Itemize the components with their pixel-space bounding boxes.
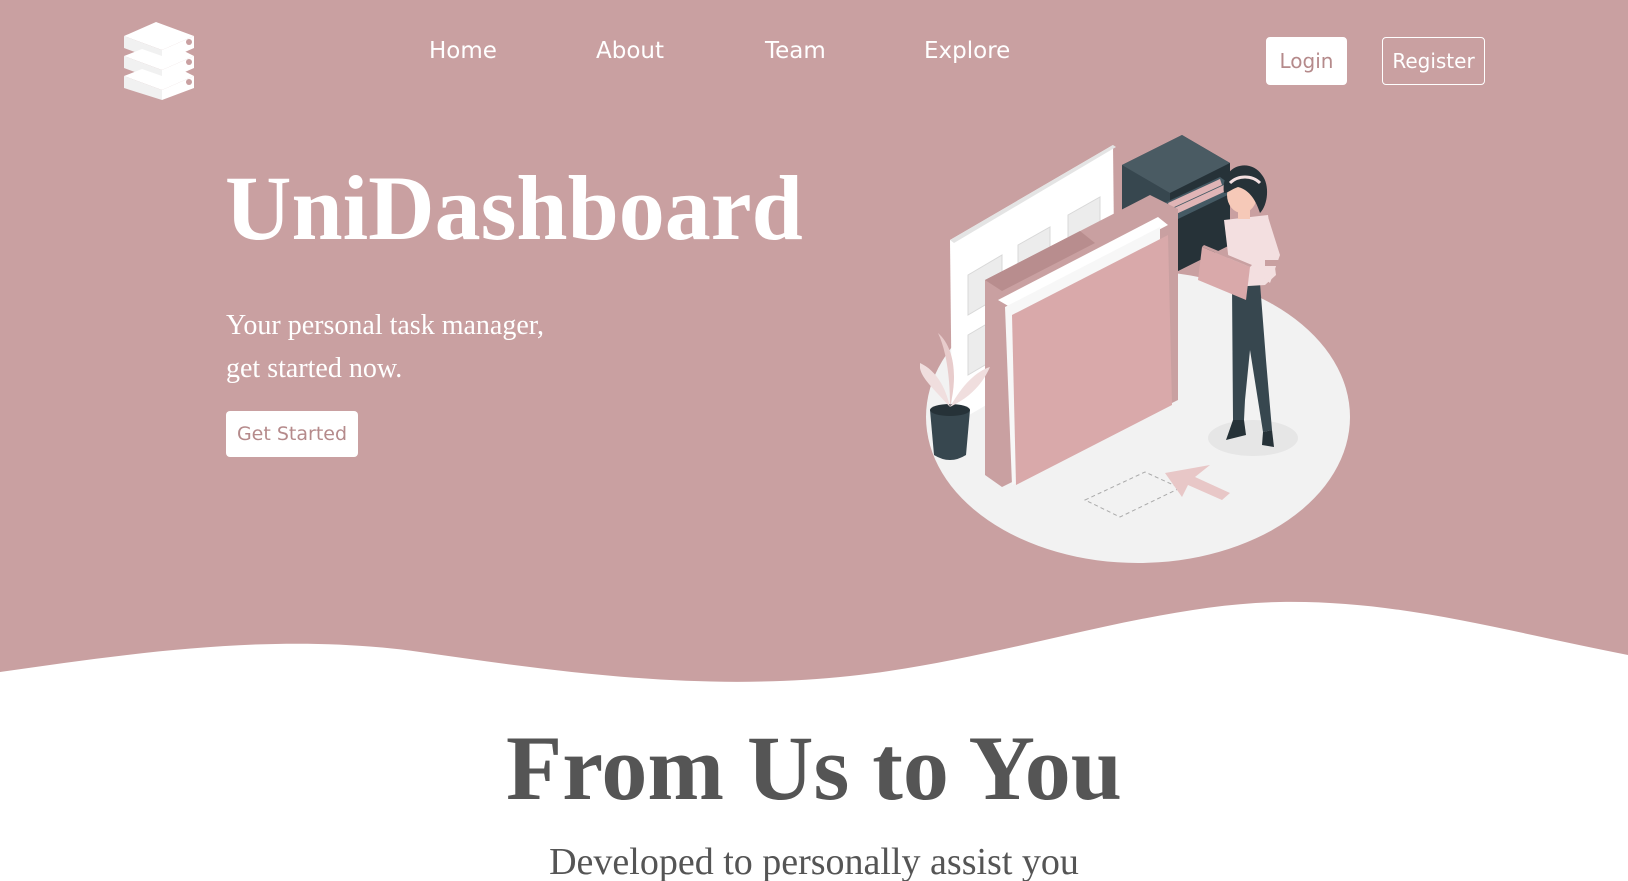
hero-title: UniDashboard (225, 157, 803, 259)
login-button[interactable]: Login (1266, 37, 1347, 85)
nav-team-link[interactable]: Team (765, 38, 826, 64)
nav-home-link[interactable]: Home (429, 38, 497, 64)
hero-subtitle: Your personal task manager, get started … (226, 304, 646, 390)
plant-pot (930, 410, 970, 460)
get-started-button[interactable]: Get Started (226, 411, 358, 457)
hero-subtitle-line1: Your personal task manager, (226, 310, 544, 341)
hero-illustration (920, 135, 1350, 563)
register-button[interactable]: Register (1382, 37, 1485, 85)
about-title: From Us to You (506, 717, 1122, 819)
hero-subtitle-line2: get started now. (226, 353, 403, 384)
about-subtitle: Developed to personally assist you (549, 841, 1079, 881)
landing-page: Home About Team Explore Login Register U… (0, 0, 1628, 881)
nav-explore-link[interactable]: Explore (924, 38, 1010, 64)
nav-about-link[interactable]: About (596, 38, 664, 64)
